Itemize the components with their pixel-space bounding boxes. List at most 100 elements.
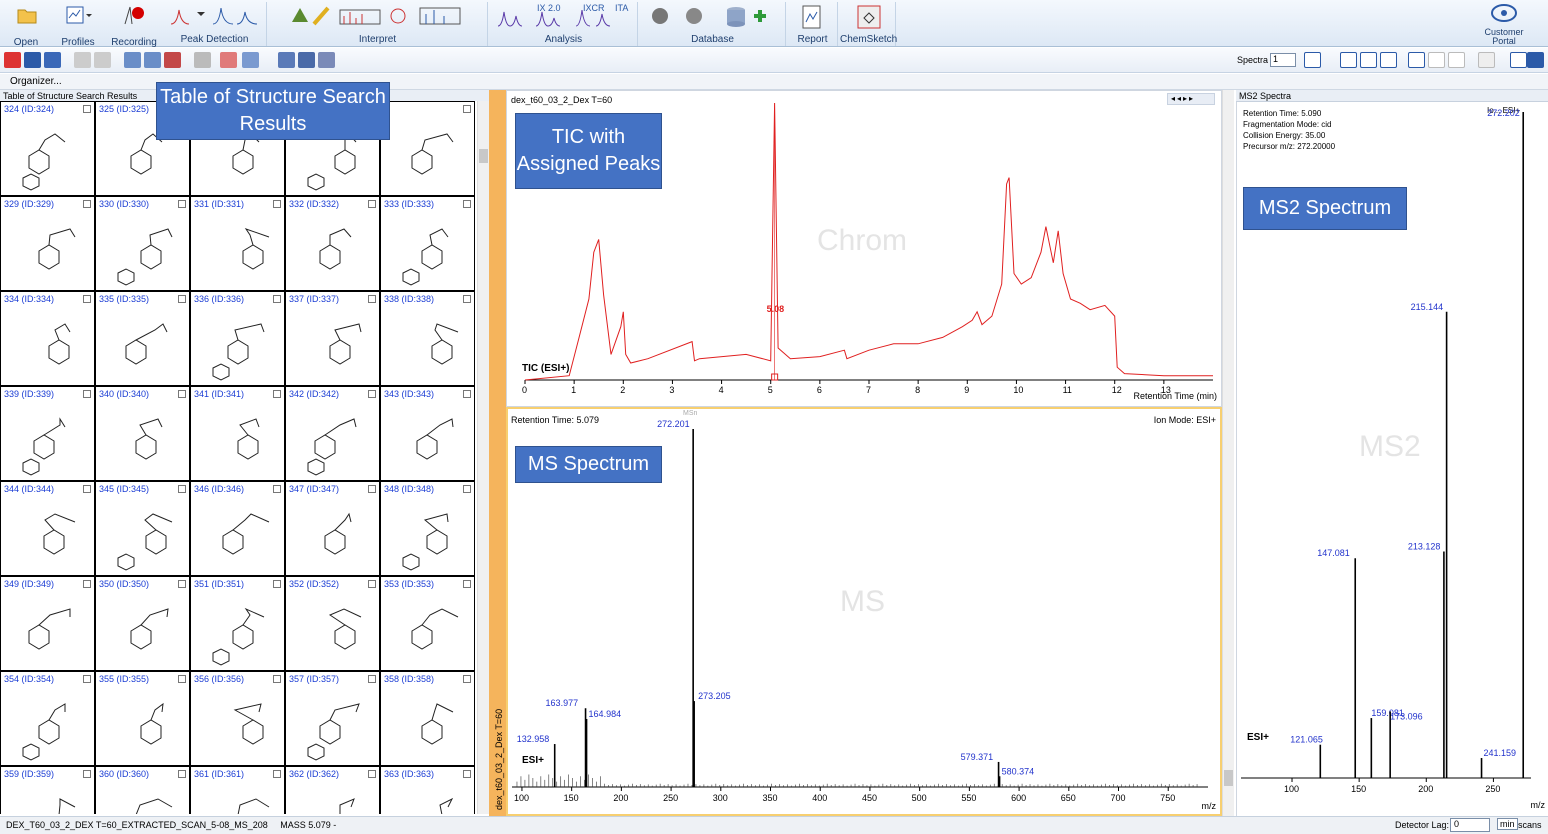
structure-cell[interactable]: 339 (ID:339) (0, 386, 95, 481)
layout-icon[interactable] (298, 52, 315, 68)
spectra-spinner[interactable]: 1 (1270, 53, 1296, 67)
structure-cell[interactable]: 345 (ID:345) (95, 481, 190, 576)
peak-detection-group[interactable]: Peak Detection (163, 2, 267, 46)
undo-icon[interactable] (74, 52, 91, 68)
structure-cell[interactable]: 324 (ID:324) (0, 101, 95, 196)
export-icon[interactable] (1408, 52, 1425, 68)
structure-checkbox[interactable] (273, 675, 281, 683)
structure-cell[interactable]: 355 (ID:355) (95, 671, 190, 766)
structure-checkbox[interactable] (83, 105, 91, 113)
structure-cell[interactable]: 359 (ID:359) (0, 766, 95, 814)
structure-cell[interactable]: 348 (ID:348) (380, 481, 475, 576)
open-button[interactable]: Open (4, 2, 48, 48)
structure-checkbox[interactable] (368, 200, 376, 208)
structure-cell[interactable]: 356 (ID:356) (190, 671, 285, 766)
settings-icon[interactable] (1428, 52, 1445, 68)
ms-scrollbar[interactable] (1222, 90, 1234, 816)
structure-cell[interactable]: 354 (ID:354) (0, 671, 95, 766)
structure-checkbox[interactable] (83, 770, 91, 778)
list-view-icon[interactable] (1340, 52, 1357, 68)
structure-checkbox[interactable] (83, 675, 91, 683)
detector-lag-input[interactable]: 0 (1450, 818, 1490, 832)
structure-checkbox[interactable] (463, 295, 471, 303)
zoom-in-icon[interactable] (124, 52, 141, 68)
structure-cell[interactable]: 352 (ID:352) (285, 576, 380, 671)
save-icon[interactable] (24, 52, 41, 68)
structure-cell[interactable]: 336 (ID:336) (190, 291, 285, 386)
peak-tool-icon[interactable] (1478, 52, 1495, 68)
structure-checkbox[interactable] (273, 200, 281, 208)
structure-checkbox[interactable] (463, 770, 471, 778)
structure-checkbox[interactable] (178, 390, 186, 398)
image-view-icon[interactable] (1380, 52, 1397, 68)
structure-cell[interactable]: 331 (ID:331) (190, 196, 285, 291)
chart-options-icon[interactable] (242, 52, 259, 68)
search-icon[interactable] (194, 52, 211, 68)
customer-portal-button[interactable]: Customer Portal (1474, 2, 1534, 46)
structure-checkbox[interactable] (463, 105, 471, 113)
dropdown-icon[interactable] (1510, 52, 1527, 68)
structure-checkbox[interactable] (273, 580, 281, 588)
structure-checkbox[interactable] (83, 200, 91, 208)
structure-cell[interactable]: 360 (ID:360) (95, 766, 190, 814)
structure-cell[interactable]: 337 (ID:337) (285, 291, 380, 386)
grid-icon[interactable] (318, 52, 335, 68)
report-group[interactable]: Report (788, 2, 838, 46)
tile-view-icon[interactable] (1360, 52, 1377, 68)
structure-checkbox[interactable] (178, 675, 186, 683)
structure-checkbox[interactable] (178, 770, 186, 778)
structure-cell[interactable]: 351 (ID:351) (190, 576, 285, 671)
structure-cell[interactable]: 340 (ID:340) (95, 386, 190, 481)
structure-checkbox[interactable] (178, 580, 186, 588)
redo-icon[interactable] (94, 52, 111, 68)
chemsketch-group[interactable]: ChemSketch (840, 2, 897, 46)
structure-checkbox[interactable] (368, 390, 376, 398)
structure-checkbox[interactable] (368, 295, 376, 303)
interpret-group[interactable]: Interpret (268, 2, 488, 46)
structure-cell[interactable]: 357 (ID:357) (285, 671, 380, 766)
structure-cell[interactable]: 353 (ID:353) (380, 576, 475, 671)
zoom-reset-icon[interactable] (164, 52, 181, 68)
structure-cell[interactable]: 343 (ID:343) (380, 386, 475, 481)
structure-cell[interactable]: 362 (ID:362) (285, 766, 380, 814)
open-file-icon[interactable] (4, 52, 21, 68)
structure-checkbox[interactable] (273, 770, 281, 778)
save-all-icon[interactable] (44, 52, 61, 68)
structure-cell[interactable]: 334 (ID:334) (0, 291, 95, 386)
spectrum-view-icon[interactable] (220, 52, 237, 68)
structure-cell[interactable]: 358 (ID:358) (380, 671, 475, 766)
structure-cell[interactable]: 333 (ID:333) (380, 196, 475, 291)
structure-cell[interactable]: 350 (ID:350) (95, 576, 190, 671)
structure-checkbox[interactable] (83, 580, 91, 588)
ms-scroll-thumb[interactable] (1224, 770, 1233, 786)
table-view-icon[interactable] (278, 52, 295, 68)
structure-checkbox[interactable] (368, 770, 376, 778)
structure-cell[interactable]: 342 (ID:342) (285, 386, 380, 481)
structure-cell[interactable]: 341 (ID:341) (190, 386, 285, 481)
structure-cell[interactable]: 332 (ID:332) (285, 196, 380, 291)
structure-checkbox[interactable] (463, 390, 471, 398)
scroll-thumb[interactable] (479, 149, 488, 163)
structure-cell[interactable]: 338 (ID:338) (380, 291, 475, 386)
structure-checkbox[interactable] (368, 580, 376, 588)
structure-cell[interactable]: 349 (ID:349) (0, 576, 95, 671)
profiles-button[interactable]: Profiles (56, 2, 100, 48)
structure-checkbox[interactable] (178, 200, 186, 208)
structure-cell[interactable]: 361 (ID:361) (190, 766, 285, 814)
structure-checkbox[interactable] (463, 200, 471, 208)
structure-cell[interactable]: 329 (ID:329) (0, 196, 95, 291)
options-icon[interactable] (1448, 52, 1465, 68)
structure-checkbox[interactable] (368, 485, 376, 493)
structure-checkbox[interactable] (368, 675, 376, 683)
structure-checkbox[interactable] (273, 295, 281, 303)
window-icon[interactable] (1527, 52, 1544, 68)
structure-cell[interactable]: 344 (ID:344) (0, 481, 95, 576)
structure-checkbox[interactable] (83, 295, 91, 303)
structure-checkbox[interactable] (178, 485, 186, 493)
structure-cell[interactable]: 347 (ID:347) (285, 481, 380, 576)
structure-cell[interactable]: 346 (ID:346) (190, 481, 285, 576)
database-group[interactable]: Database (640, 2, 786, 46)
recording-button[interactable]: Recording (108, 2, 160, 48)
structure-scrollbar[interactable] (477, 101, 489, 814)
structure-cell[interactable]: 330 (ID:330) (95, 196, 190, 291)
